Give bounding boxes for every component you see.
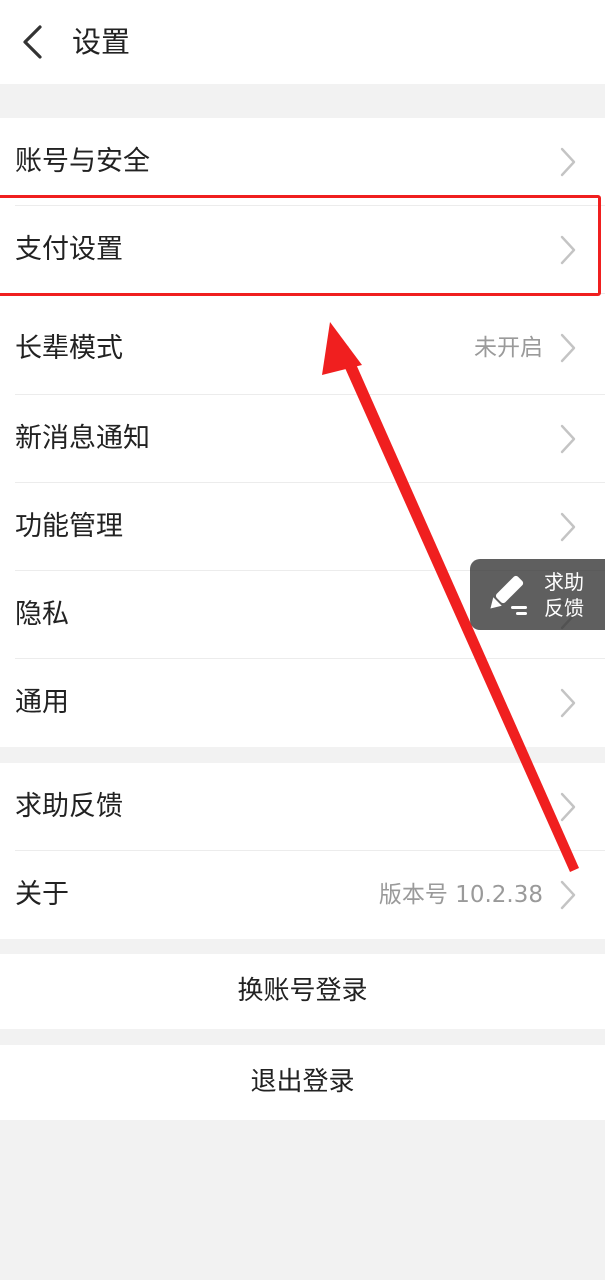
settings-item-label: 账号与安全 (15, 146, 150, 177)
chevron-right-icon (560, 147, 576, 177)
page-title: 设置 (72, 25, 131, 59)
settings-item-label: 求助反馈 (15, 791, 123, 822)
settings-group-support: 求助反馈 关于 版本号 10.2.38 (0, 763, 605, 939)
chevron-left-icon[interactable] (18, 24, 48, 60)
settings-item-account-security[interactable]: 账号与安全 (0, 118, 605, 206)
logout-button[interactable]: 退出登录 (0, 1045, 605, 1120)
floating-help-line1: 求助 (544, 570, 584, 594)
settings-item-help-feedback[interactable]: 求助反馈 (0, 763, 605, 851)
settings-item-payment[interactable]: 支付设置 (0, 206, 605, 294)
chevron-right-icon (560, 235, 576, 265)
settings-item-features[interactable]: 功能管理 (0, 483, 605, 571)
chevron-right-icon (560, 792, 576, 822)
chevron-right-icon (560, 688, 576, 718)
version-text: 版本号 10.2.38 (378, 882, 543, 908)
chevron-right-icon (560, 512, 576, 542)
pencil-icon (490, 575, 527, 615)
settings-item-label: 长辈模式 (15, 333, 123, 364)
settings-item-about[interactable]: 关于 版本号 10.2.38 (0, 851, 605, 939)
settings-item-label: 通用 (15, 687, 69, 718)
chevron-right-icon (560, 880, 576, 910)
settings-item-label: 关于 (15, 879, 69, 910)
settings-item-label: 功能管理 (15, 511, 123, 542)
settings-item-value: 未开启 (474, 335, 543, 361)
settings-item-general[interactable]: 通用 (0, 659, 605, 747)
floating-help-line2: 反馈 (544, 596, 584, 620)
settings-item-elder-mode[interactable]: 长辈模式 未开启 (0, 294, 605, 395)
settings-item-label: 支付设置 (15, 234, 123, 265)
floating-help-label: 求助 反馈 (544, 569, 596, 621)
settings-item-label: 新消息通知 (15, 423, 150, 454)
switch-account-button[interactable]: 换账号登录 (0, 954, 605, 1029)
app-header: 设置 (0, 0, 605, 84)
chevron-right-icon (560, 424, 576, 454)
settings-group-main: 账号与安全 支付设置 长辈模式 未开启 新消息通知 功能管理 隐私 通用 (0, 118, 605, 747)
settings-item-notifications[interactable]: 新消息通知 (0, 395, 605, 483)
chevron-right-icon (560, 333, 576, 363)
floating-help-feedback-button[interactable]: 求助 反馈 (470, 559, 605, 630)
settings-item-label: 隐私 (15, 599, 69, 630)
